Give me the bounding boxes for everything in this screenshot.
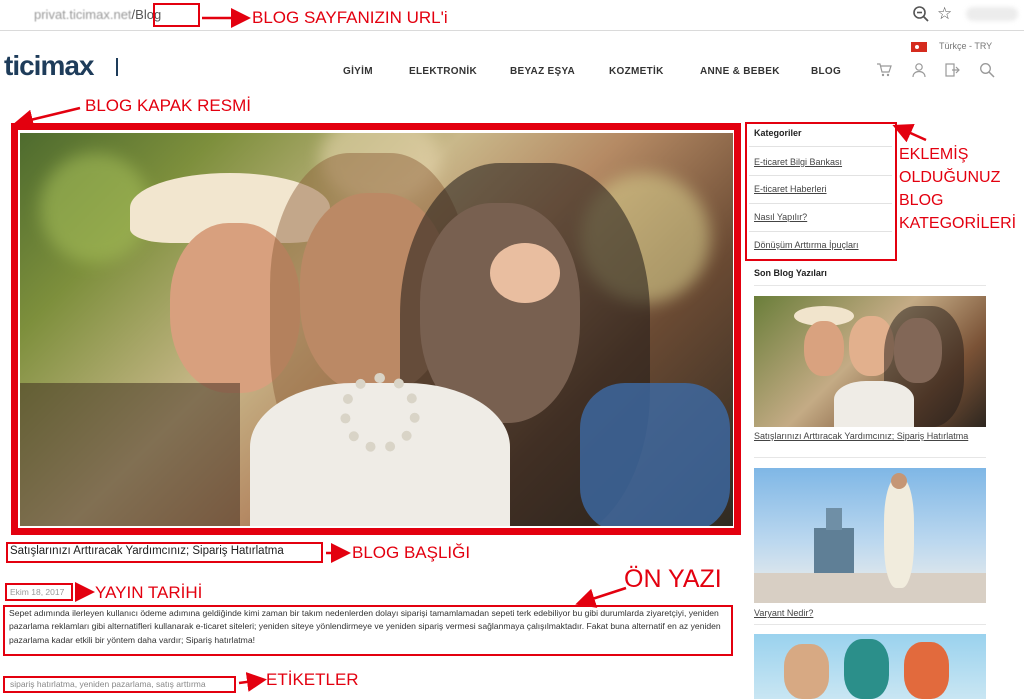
tags-arrow — [238, 672, 267, 692]
excerpt-highlight-box — [3, 605, 733, 656]
site-logo[interactable]: ticimax — [4, 50, 94, 82]
recent-post-link[interactable]: Satışlarınızı Arttıracak Yardımcınız; Si… — [754, 431, 974, 441]
language-label: Türkçe - TRY — [939, 41, 993, 51]
cover-arrow — [13, 106, 81, 130]
logout-icon[interactable] — [944, 62, 960, 78]
nav-item-elektronik[interactable]: ELEKTRONİK — [409, 66, 477, 77]
url-field[interactable]: privat.ticimax.net/Blog — [34, 7, 161, 22]
title-highlight-box — [6, 542, 323, 563]
annotation-date-label: YAYIN TARİHİ — [95, 583, 203, 602]
recent-post-thumbnail[interactable] — [754, 468, 986, 603]
zoom-out-icon[interactable] — [912, 5, 930, 23]
tags-highlight-box — [3, 676, 236, 693]
annotation-tags-label: ETİKETLER — [266, 670, 359, 689]
url-highlight-box — [153, 3, 200, 27]
date-highlight-box — [5, 583, 73, 601]
turkey-flag-icon — [911, 41, 927, 52]
categories-arrow — [892, 124, 927, 143]
url-host: privat.ticimax.net — [34, 7, 132, 22]
user-icon[interactable] — [911, 62, 927, 78]
nav-item-anne-bebek[interactable]: ANNE & BEBEK — [700, 66, 780, 77]
nav-item-giyim[interactable]: GİYİM — [343, 66, 373, 77]
recent-post-thumbnail[interactable] — [754, 296, 986, 427]
bookmark-star-icon[interactable]: ☆ — [937, 4, 952, 24]
annotation-url-label: BLOG SAYFANIZIN URL'i — [252, 8, 448, 27]
search-icon[interactable] — [979, 62, 995, 78]
recent-posts-title: Son Blog Yazıları — [754, 268, 827, 278]
nav-item-beyaz-esya[interactable]: BEYAZ EŞYA — [510, 66, 575, 77]
annotation-excerpt-label: ÖN YAZI — [624, 565, 722, 593]
recent-post-thumbnail[interactable] — [754, 634, 986, 699]
cart-icon[interactable] — [876, 62, 892, 78]
annotation-categories-label: EKLEMİŞ OLDUĞUNUZ BLOG KATEGORİLERİ — [899, 146, 1017, 232]
recent-post-link[interactable]: Varyant Nedir? — [754, 608, 974, 618]
logo-divider — [116, 58, 118, 76]
categories-highlight-box — [745, 122, 897, 261]
nav-item-blog[interactable]: BLOG — [811, 66, 841, 77]
excerpt-arrow — [575, 586, 627, 608]
language-selector[interactable]: Türkçe - TRY — [911, 40, 992, 52]
divider — [754, 285, 986, 286]
annotation-title-label: BLOG BAŞLIĞI — [352, 543, 471, 562]
divider — [754, 624, 986, 625]
blurred-profile-area — [966, 7, 1018, 21]
annotation-cover-label: BLOG KAPAK RESMİ — [85, 96, 251, 115]
divider — [754, 457, 986, 458]
nav-item-kozmetik[interactable]: KOZMETİK — [609, 66, 664, 77]
cover-highlight-box — [11, 123, 741, 535]
